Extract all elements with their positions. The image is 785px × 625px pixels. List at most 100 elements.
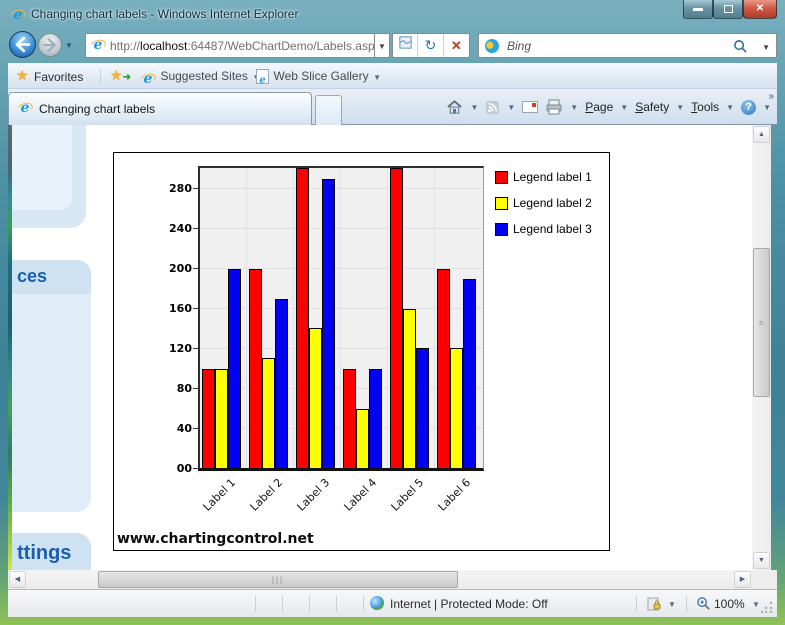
sidebar-box-bottom: ttings xyxy=(12,533,91,570)
legend-label: Legend label 2 xyxy=(513,196,592,210)
y-axis-tick-mark xyxy=(193,428,198,429)
scroll-right-button[interactable]: ▶ xyxy=(734,571,751,588)
gridline-vertical xyxy=(434,168,435,468)
compatibility-view-button[interactable] xyxy=(393,34,419,57)
legend-row: Legend label 1 xyxy=(495,169,592,185)
vertical-scroll-thumb[interactable]: ≡ xyxy=(753,248,770,397)
add-favorite-button[interactable]: ★➜ xyxy=(110,67,131,85)
y-axis-tick-mark xyxy=(193,228,198,229)
home-dropdown-icon[interactable]: ▼ xyxy=(470,103,478,112)
gridline-vertical xyxy=(293,168,294,468)
zone-status-text: Internet | Protected Mode: Off xyxy=(390,597,548,611)
tools-dropdown-icon[interactable]: ▼ xyxy=(726,103,734,112)
bar-legend-label-1-label-3 xyxy=(296,168,309,468)
new-tab-button[interactable] xyxy=(315,95,342,125)
gridline-horizontal xyxy=(200,188,483,189)
legend-swatch xyxy=(495,222,508,236)
maximize-button[interactable] xyxy=(713,0,743,19)
tools-menu[interactable]: Tools xyxy=(691,100,719,114)
favorites-separator xyxy=(100,68,101,84)
recent-pages-dropdown[interactable]: ▼ xyxy=(65,41,73,50)
y-axis-tick-mark xyxy=(193,268,198,269)
zoom-level-value[interactable]: 100% xyxy=(714,597,745,611)
help-dropdown-icon[interactable]: ▼ xyxy=(763,103,771,112)
search-box[interactable]: ▼ xyxy=(478,33,777,58)
zoom-dropdown-icon[interactable]: ▼ xyxy=(752,600,760,609)
bar-legend-label-3-label-1 xyxy=(228,269,241,468)
status-bar: Internet | Protected Mode: Off ▼ 100% ▼ xyxy=(8,589,777,617)
close-button[interactable]: ✕ xyxy=(743,0,777,19)
stop-icon: ✕ xyxy=(450,38,462,53)
bar-legend-label-2-label-4 xyxy=(356,409,369,468)
url-text: http://localhost:64487/WebChartDemo/Labe… xyxy=(110,39,375,53)
forward-button[interactable] xyxy=(38,33,62,57)
back-button[interactable] xyxy=(9,31,36,58)
y-axis-tick-label: 120 xyxy=(169,342,192,355)
scroll-left-button[interactable]: ◀ xyxy=(9,571,26,588)
sidebar-heading-partial: ces xyxy=(17,266,48,286)
window-title: Changing chart labels - Windows Internet… xyxy=(31,7,299,21)
zone-dropdown-icon[interactable]: ▼ xyxy=(668,600,676,609)
chart-image: 00 40 80 120 160 200 240 280 Label 1 Label 2 Label… xyxy=(113,152,610,551)
horizontal-scrollbar[interactable]: ◀ ||| ▶ xyxy=(8,570,752,589)
url-scheme: http:// xyxy=(110,39,141,53)
bar-legend-label-2-label-6 xyxy=(450,348,463,468)
bar-legend-label-2-label-2 xyxy=(262,358,275,468)
bar-legend-label-2-label-5 xyxy=(403,309,416,468)
title-bar[interactable]: e Changing chart labels - Windows Intern… xyxy=(0,0,785,29)
scroll-down-icon: ▼ xyxy=(758,557,765,564)
search-icon[interactable] xyxy=(733,39,748,54)
feeds-dropdown-icon[interactable]: ▼ xyxy=(507,103,515,112)
tab-title: Changing chart labels xyxy=(39,102,156,116)
bar-legend-label-1-label-6 xyxy=(437,269,450,468)
protected-mode-icon[interactable] xyxy=(646,596,662,612)
y-axis-tick-label: 160 xyxy=(169,302,192,315)
refresh-button[interactable]: ↻ xyxy=(418,34,444,57)
page-dropdown-icon[interactable]: ▼ xyxy=(620,103,628,112)
tab-changing-chart-labels[interactable]: e Changing chart labels xyxy=(8,92,312,125)
print-icon[interactable] xyxy=(545,99,563,115)
horizontal-scroll-thumb[interactable]: ||| xyxy=(98,571,458,588)
home-icon[interactable] xyxy=(446,99,463,115)
vertical-scrollbar[interactable]: ▲ ≡ ▼ xyxy=(752,125,771,570)
favorites-star-icon: ★ xyxy=(16,67,29,83)
safety-menu[interactable]: Safety xyxy=(635,100,669,114)
scroll-up-button[interactable]: ▲ xyxy=(753,126,770,143)
bar-legend-label-3-label-2 xyxy=(275,299,288,468)
search-input[interactable] xyxy=(505,35,705,56)
scroll-down-button[interactable]: ▼ xyxy=(753,552,770,569)
bar-legend-label-1-label-5 xyxy=(390,168,403,468)
suggested-sites-button[interactable]: e Suggested Sites ▼ xyxy=(140,67,261,87)
minimize-button[interactable]: ▬ xyxy=(683,0,713,19)
safety-dropdown-icon[interactable]: ▼ xyxy=(676,103,684,112)
scroll-up-icon: ▲ xyxy=(758,131,765,138)
y-axis-tick-mark xyxy=(193,308,198,309)
sidebar-box-top xyxy=(12,125,86,228)
y-axis-tick-label: 200 xyxy=(169,262,192,275)
address-dropdown-button[interactable]: ▼ xyxy=(374,33,390,58)
rss-feeds-icon[interactable] xyxy=(485,100,500,115)
read-mail-icon[interactable] xyxy=(522,101,539,113)
gridline-vertical xyxy=(387,168,388,468)
web-slice-dropdown-icon: ▼ xyxy=(373,73,381,82)
y-axis-tick-mark xyxy=(193,348,198,349)
stop-button[interactable]: ✕ xyxy=(444,34,469,57)
bing-logo-icon xyxy=(485,39,499,53)
search-options-dropdown[interactable]: ▼ xyxy=(762,43,770,52)
zoom-icon[interactable] xyxy=(696,596,711,611)
print-dropdown-icon[interactable]: ▼ xyxy=(570,103,578,112)
favorites-button[interactable]: Favorites xyxy=(34,68,83,86)
resize-grip[interactable] xyxy=(761,601,773,613)
address-bar[interactable]: e http://localhost:64487/WebChartDemo/La… xyxy=(85,33,390,58)
close-icon: ✕ xyxy=(755,3,765,14)
page-menu[interactable]: Page xyxy=(585,100,613,114)
web-slice-gallery-button[interactable]: e Web Slice Gallery ▼ xyxy=(256,67,381,86)
page-content: ces Series ttings 00 40 80 120 160 200 240 280 L… xyxy=(8,125,752,570)
sidebar-box-middle: ces Series xyxy=(12,260,91,512)
suggested-sites-label: Suggested Sites xyxy=(160,69,248,83)
y-axis-tick-label: 280 xyxy=(169,182,192,195)
help-icon[interactable]: ? xyxy=(741,99,757,115)
suggested-sites-icon: e xyxy=(140,71,156,87)
legend-row: Legend label 3 xyxy=(495,221,592,237)
add-favorite-icon: ★ xyxy=(110,67,123,83)
